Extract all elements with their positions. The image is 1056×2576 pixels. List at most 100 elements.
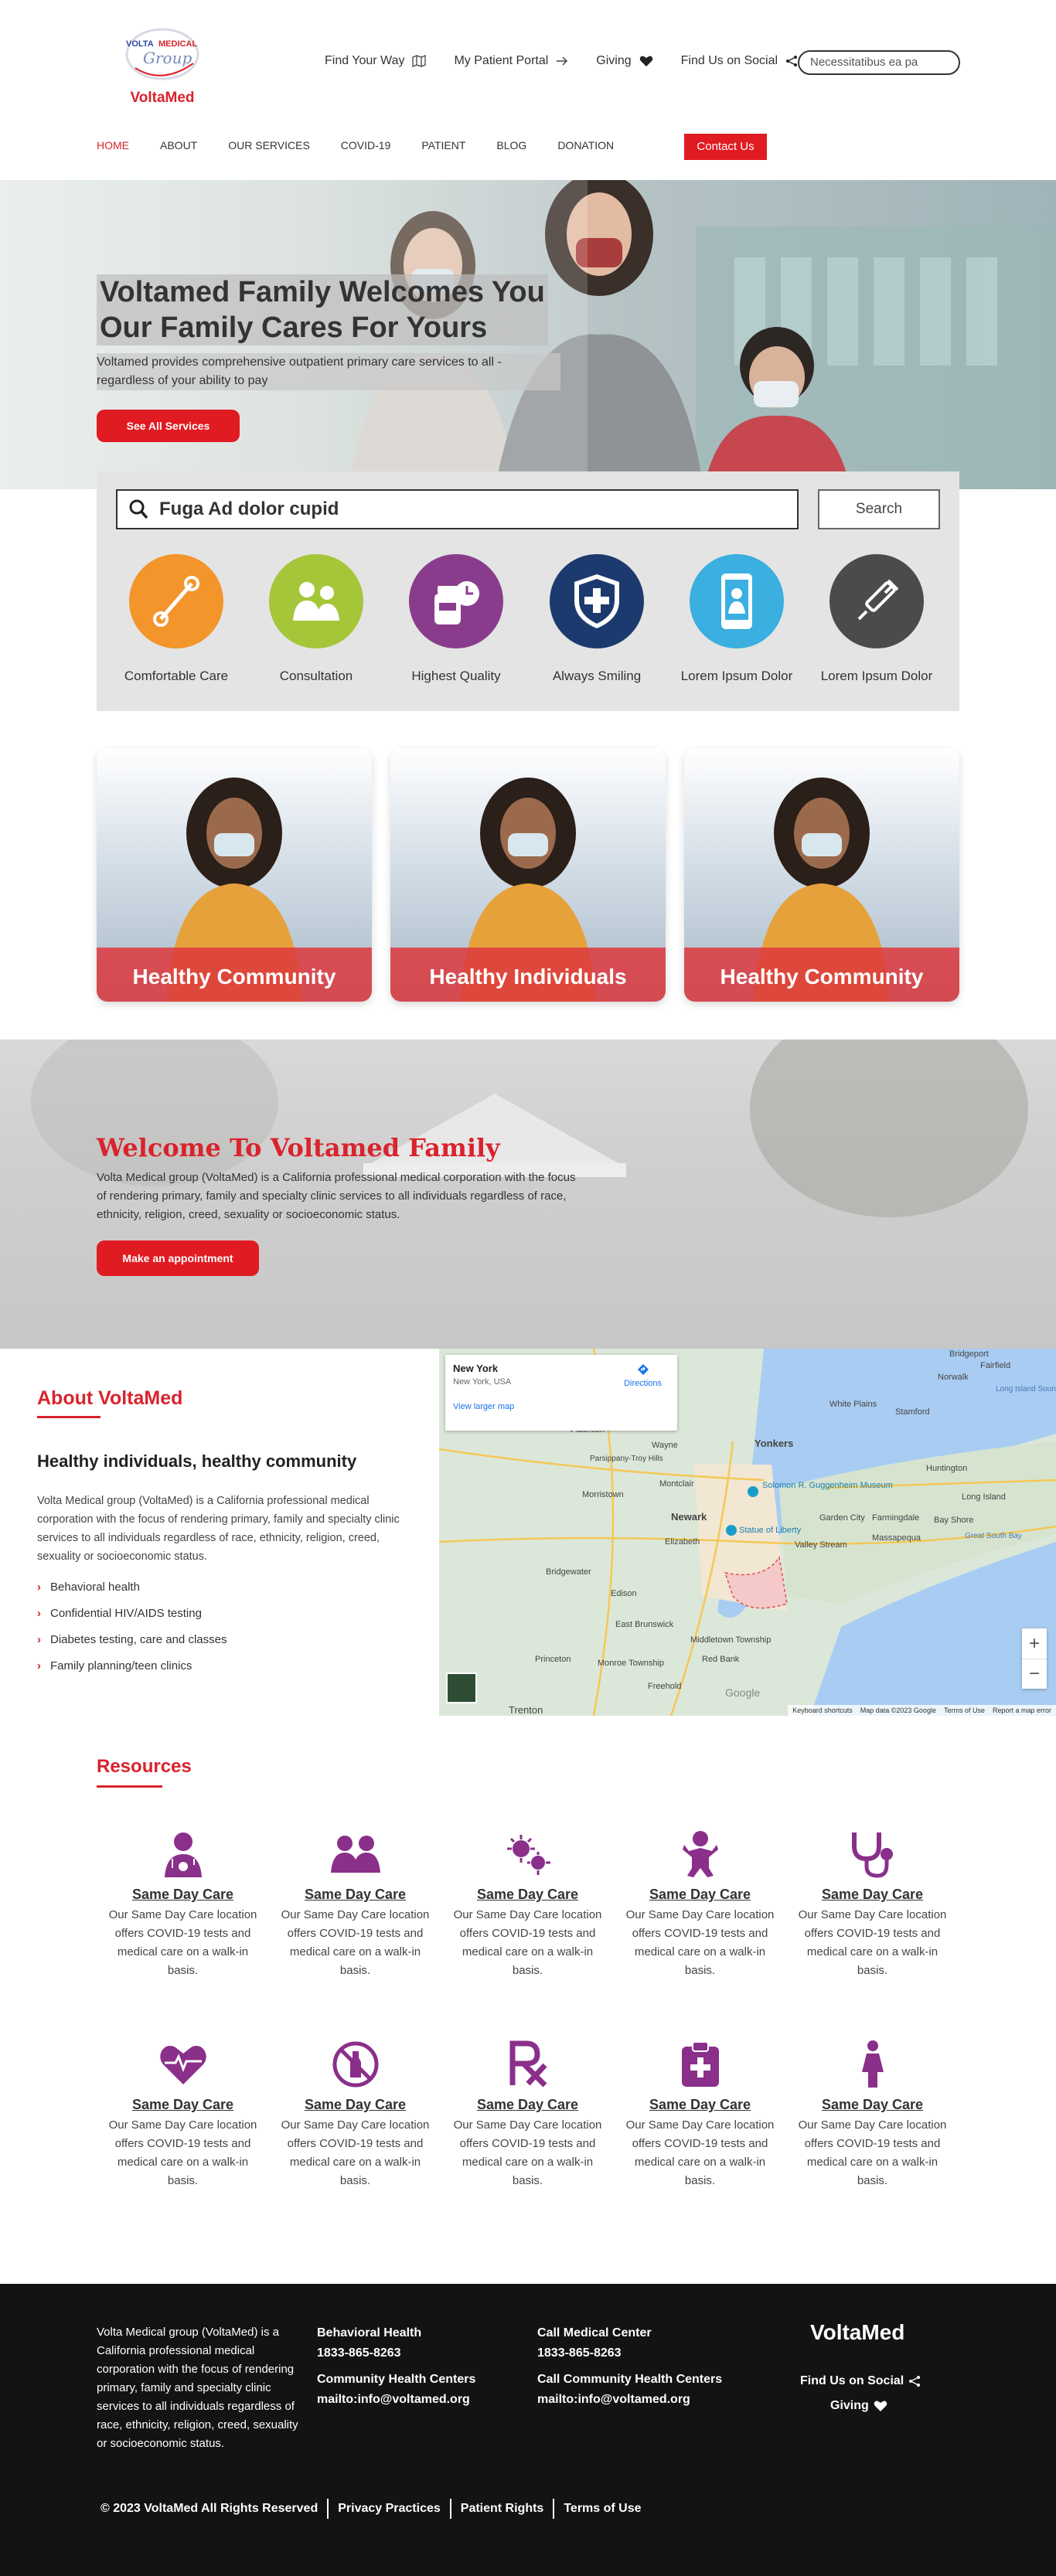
footer-giving-link[interactable]: Giving [830, 2399, 887, 2413]
resource-item[interactable]: Same Day Care Our Same Day Care location… [625, 1828, 775, 1980]
shield-cross-icon [550, 554, 644, 648]
services-search-button[interactable]: Search [818, 489, 940, 529]
giving-link[interactable]: Giving [596, 54, 652, 68]
find-your-way-link[interactable]: Find Your Way [325, 54, 427, 68]
map-label: Fairfield [980, 1361, 1010, 1370]
social-link[interactable]: Find Us on Social [681, 54, 798, 68]
map-label: Monroe Township [598, 1659, 664, 1668]
mobile-doctor-icon [690, 554, 784, 648]
resource-title: Same Day Care [821, 2097, 924, 2112]
zoom-out-button[interactable]: − [1022, 1659, 1047, 1689]
brand-name: VoltaMed [130, 90, 195, 106]
arrow-right-icon [557, 56, 568, 66]
nav-covid[interactable]: COVID-19 [341, 139, 391, 151]
svg-text:Group: Group [143, 49, 192, 67]
list-item-label: Family planning/teen clinics [50, 1659, 192, 1673]
divider [553, 2499, 555, 2519]
stethoscope-icon [797, 1828, 948, 1880]
nav-blog[interactable]: BLOG [496, 139, 526, 151]
map-label: Elizabeth [665, 1537, 700, 1547]
heart-icon [874, 2401, 887, 2411]
resource-item[interactable]: Same Day Care Our Same Day Care location… [107, 2038, 258, 2190]
header-search-input[interactable]: Necessitatibus ea pa [798, 50, 960, 75]
patient-rights-link[interactable]: Patient Rights [461, 2502, 544, 2516]
service-lorem-2[interactable]: Lorem Ipsum Dolor [807, 554, 946, 684]
list-item-label: Confidential HIV/AIDS testing [50, 1607, 202, 1620]
footer-social-link[interactable]: Find Us on Social [800, 2374, 921, 2388]
map-icon [412, 55, 427, 67]
card-healthy-community[interactable]: Healthy Community [97, 748, 372, 1002]
footer-column-1: Behavioral Health 1833-865-8263 Communit… [317, 2323, 475, 2410]
svg-text:MEDICAL: MEDICAL [158, 39, 197, 49]
map-label: Huntington [926, 1464, 967, 1473]
map-label: Princeton [535, 1655, 571, 1664]
resource-item[interactable]: Same Day Care Our Same Day Care location… [280, 1828, 431, 1980]
resource-text: Our Same Day Care location offers COVID-… [281, 1908, 430, 1977]
hero-title-line1: Voltamed Family Welcomes You [100, 276, 545, 308]
service-highest-quality[interactable]: Highest Quality [387, 554, 526, 684]
footer-about: Volta Medical group (VoltaMed) is a Cali… [97, 2326, 298, 2450]
patient-portal-link[interactable]: My Patient Portal [454, 54, 568, 68]
privacy-practices-link[interactable]: Privacy Practices [338, 2502, 441, 2516]
resource-item[interactable]: Same Day Care Our Same Day Care location… [452, 1828, 603, 1980]
contact-us-button[interactable]: Contact Us [684, 134, 767, 160]
make-appointment-button[interactable]: Make an appointment [97, 1240, 259, 1276]
map-label: Great South Bay [965, 1532, 1022, 1540]
map-label: East Brunswick [615, 1620, 674, 1629]
nav-donation[interactable]: DONATION [557, 139, 614, 151]
satellite-toggle[interactable] [446, 1673, 477, 1703]
zoom-in-button[interactable]: + [1022, 1628, 1047, 1659]
service-consultation[interactable]: Consultation [247, 554, 386, 684]
footer-phone-link[interactable]: 1833-865-8263 [537, 2343, 722, 2363]
resource-text: Our Same Day Care location offers COVID-… [625, 2118, 775, 2187]
museum-marker-icon[interactable] [748, 1486, 758, 1497]
footer-email-link[interactable]: mailto:info@voltamed.org [537, 2390, 722, 2410]
nav-our-services[interactable]: OUR SERVICES [228, 139, 310, 151]
resource-item[interactable]: Same Day Care Our Same Day Care location… [452, 2038, 603, 2190]
resource-title: Same Day Care [131, 2097, 234, 2112]
map-label: Red Bank [702, 1655, 740, 1664]
resource-item[interactable]: Same Day Care Our Same Day Care location… [797, 1828, 948, 1980]
statue-marker-icon[interactable] [726, 1525, 737, 1536]
footer-social-label: Find Us on Social [800, 2374, 904, 2387]
report-error-link[interactable]: Report a map error [993, 1705, 1051, 1716]
medical-bag-icon [625, 2038, 775, 2091]
bandage-icon [129, 554, 223, 648]
service-label: Lorem Ipsum Dolor [820, 669, 933, 683]
terms-of-use-link[interactable]: Terms of Use [564, 2502, 641, 2516]
service-label: Comfortable Care [124, 669, 229, 683]
resource-text: Our Same Day Care location offers COVID-… [281, 2118, 430, 2187]
card-title: Healthy Individuals [390, 948, 666, 1002]
card-healthy-individuals[interactable]: Healthy Individuals [390, 748, 666, 1002]
terms-link[interactable]: Terms of Use [944, 1705, 985, 1716]
nav-patient[interactable]: PATIENT [421, 139, 465, 151]
keyboard-shortcuts-link[interactable]: Keyboard shortcuts [792, 1705, 853, 1716]
resource-item[interactable]: Same Day Care Our Same Day Care location… [625, 2038, 775, 2190]
see-all-services-button[interactable]: See All Services [97, 410, 240, 442]
footer-phone-link[interactable]: 1833-865-8263 [317, 2343, 475, 2363]
card-healthy-community-2[interactable]: Healthy Community [684, 748, 959, 1002]
resource-item[interactable]: Same Day Care Our Same Day Care location… [107, 1828, 258, 1980]
service-comfortable-care[interactable]: Comfortable Care [107, 554, 246, 684]
find-your-way-label: Find Your Way [325, 54, 405, 67]
chevron-right-icon: › [37, 1659, 41, 1673]
nav-home[interactable]: HOME [97, 139, 129, 151]
resource-item[interactable]: Same Day Care Our Same Day Care location… [797, 2038, 948, 2190]
nav-about[interactable]: ABOUT [160, 139, 197, 151]
about-text: Volta Medical group (VoltaMed) is a Cali… [37, 1495, 400, 1563]
logo[interactable]: VOLTA MEDICAL Group VoltaMed [116, 23, 209, 107]
service-always-smiling[interactable]: Always Smiling [527, 554, 666, 684]
google-map[interactable]: Bridgeport Fairfield Norwalk Stamford Wh… [439, 1349, 1056, 1716]
list-item: › Family planning/teen clinics [37, 1659, 227, 1673]
services-search-input[interactable]: Fuga Ad dolor cupid [116, 489, 799, 529]
about-title: About VoltaMed [37, 1387, 183, 1409]
directions-link[interactable]: Directions [624, 1363, 662, 1388]
footer-email-link[interactable]: mailto:info@voltamed.org [317, 2390, 475, 2410]
resource-item[interactable]: Same Day Care Our Same Day Care location… [280, 2038, 431, 2190]
giving-label: Giving [596, 54, 632, 67]
share-icon [786, 56, 798, 66]
card-title: Healthy Community [684, 948, 959, 1002]
service-lorem-1[interactable]: Lorem Ipsum Dolor [667, 554, 806, 684]
welcome-text: Volta Medical group (VoltaMed) is a Cali… [97, 1171, 576, 1221]
view-larger-map-link[interactable]: View larger map [453, 1402, 669, 1411]
